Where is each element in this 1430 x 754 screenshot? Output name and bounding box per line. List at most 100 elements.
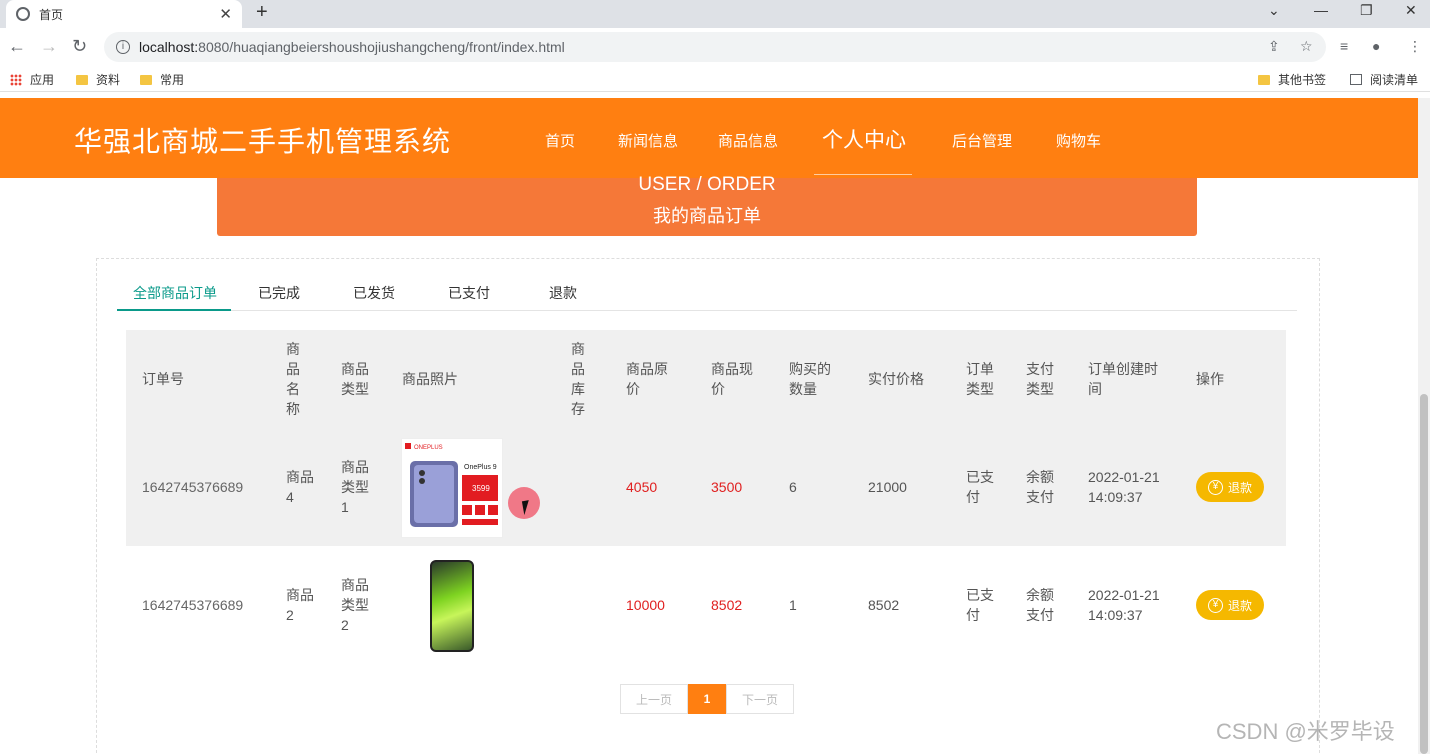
page-scrollbar[interactable] [1418, 98, 1430, 754]
page-banner: USER / ORDER 我的商品订单 [217, 174, 1197, 236]
yen-icon: ¥ [1207, 479, 1223, 495]
folder-icon [140, 74, 152, 85]
browser-tab[interactable]: 首页 ✕ [6, 0, 242, 28]
cell-paid: 21000 [868, 479, 907, 495]
cell-cur-price: 8502 [711, 597, 743, 613]
cell-orig-price: 4050 [626, 479, 658, 495]
close-tab-icon[interactable]: ✕ [219, 5, 232, 23]
tab-search-icon[interactable]: ⌄ [1268, 2, 1280, 19]
new-tab-icon[interactable]: + [256, 1, 268, 24]
restore-icon[interactable]: ❐ [1360, 2, 1373, 19]
banner-title-cn: 我的商品订单 [653, 206, 761, 226]
reload-icon[interactable]: ↻ [72, 36, 87, 57]
forward-icon[interactable]: → [40, 36, 58, 57]
page-1-button[interactable]: 1 [688, 684, 726, 714]
minimize-icon[interactable]: — [1314, 2, 1328, 18]
mouse-cursor-icon [521, 498, 539, 516]
bookmark-folder-2[interactable]: 常用 [140, 71, 184, 88]
menu-icon[interactable]: ⋮ [1408, 38, 1422, 55]
bookmark-folder-1[interactable]: 资料 [76, 71, 120, 88]
nav-news[interactable]: 新闻信息 [618, 130, 678, 151]
tab-paid[interactable]: 已支付 [448, 283, 490, 303]
site-title: 华强北商城二手手机管理系统 [74, 126, 452, 157]
cell-orig-price: 10000 [626, 597, 665, 613]
refund-button-label: 退款 [1227, 480, 1252, 495]
cell-name: 商品2 [286, 587, 314, 623]
url-host: localhost: [139, 39, 199, 55]
cell-qty: 6 [789, 479, 797, 495]
th-orig-price: 商品原价 [626, 361, 668, 397]
refund-button[interactable]: ¥ 退款 [1196, 472, 1264, 502]
cell-qty: 1 [789, 597, 797, 613]
cell-created-date: 2022-01-21 [1088, 587, 1160, 603]
cell-order-no: 1642745376689 [142, 597, 244, 613]
site-header: 华强北商城二手手机管理系统 首页 新闻信息 商品信息 个人中心 后台管理 购物车 [0, 98, 1418, 178]
th-order-no: 订单号 [142, 371, 184, 387]
cell-order-no: 1642745376689 [142, 479, 244, 495]
yen-icon: ¥ [1207, 597, 1223, 613]
product-photo [430, 560, 474, 652]
active-tab-indicator [117, 309, 231, 311]
cell-created-time: 14:09:37 [1088, 489, 1143, 505]
svg-text:OnePlus 9: OnePlus 9 [464, 464, 497, 471]
globe-icon [16, 7, 30, 21]
cell-type: 商品类型2 [341, 577, 369, 633]
info-icon[interactable]: i [116, 40, 130, 54]
star-icon[interactable]: ☆ [1300, 38, 1313, 55]
share-icon[interactable]: ⇪ [1268, 38, 1280, 55]
folder-icon [1258, 74, 1270, 85]
reading-list-icon[interactable]: ≡ [1340, 38, 1348, 54]
close-window-icon[interactable]: ✕ [1405, 2, 1417, 19]
nav-active-underline [814, 174, 912, 175]
apps-icon [10, 73, 22, 86]
nav-personal-center[interactable]: 个人中心 [822, 124, 906, 154]
th-qty: 购买的数量 [789, 361, 831, 397]
folder-icon [76, 74, 88, 85]
profile-icon[interactable]: ● [1372, 38, 1380, 54]
bookmarks-bar: 应用 资料 常用 其他书签 阅读清单 [0, 66, 1430, 92]
address-bar[interactable]: i localhost: 8080/huaqiangbeiershoushojiu… [104, 32, 1326, 62]
tab-completed[interactable]: 已完成 [258, 283, 300, 303]
th-cur-price: 商品现价 [711, 361, 753, 397]
cell-type: 商品类型1 [341, 459, 369, 515]
next-page-button[interactable]: 下一页 [726, 684, 794, 714]
nav-admin[interactable]: 后台管理 [952, 130, 1012, 151]
bookmark-apps[interactable]: 应用 [10, 71, 54, 88]
th-paid: 实付价格 [868, 371, 924, 387]
tab-shipped[interactable]: 已发货 [353, 283, 395, 303]
svg-text:3599: 3599 [472, 484, 490, 493]
watermark: CSDN @米罗毕设 [1216, 719, 1395, 744]
cell-created-time: 14:09:37 [1088, 607, 1143, 623]
table-header: 订单号 商品名称 商品类型 商品照片 商品库存 商品原价 商品现价 购买的数量 … [126, 330, 1286, 428]
tab-refund[interactable]: 退款 [549, 283, 577, 303]
cell-pay-type: 余额支付 [1026, 587, 1054, 623]
th-type: 商品类型 [341, 361, 369, 397]
cell-order-type: 已支付 [966, 469, 994, 505]
nav-cart[interactable]: 购物车 [1056, 130, 1101, 151]
th-photo: 商品照片 [402, 371, 458, 387]
bookmark-reading-list[interactable]: 阅读清单 [1350, 71, 1418, 88]
banner-title-en: USER / ORDER [638, 174, 776, 195]
cell-paid: 8502 [868, 597, 900, 613]
th-stock: 商品库存 [571, 341, 585, 417]
cell-name: 商品4 [286, 469, 314, 505]
th-created: 订单创建时间 [1088, 361, 1158, 397]
browser-tabstrip: 首页 ✕ + ⌄ — ❐ ✕ [0, 0, 1430, 28]
refund-button[interactable]: ¥ 退款 [1196, 590, 1264, 620]
product-photo: ONEPLUS OnePlus 9 3599 [401, 438, 503, 538]
table-row: 1642745376689 商品2 商品类型2 10000 8502 1 850… [126, 546, 1286, 664]
back-icon[interactable]: ← [8, 36, 26, 57]
th-action: 操作 [1196, 371, 1224, 387]
bookmark-other[interactable]: 其他书签 [1258, 71, 1326, 88]
reading-list-icon [1350, 74, 1362, 85]
th-pay-type: 支付类型 [1026, 361, 1054, 397]
url-path: 8080/huaqiangbeiershoushojiushangcheng/f… [198, 39, 565, 55]
table-row: 1642745376689 商品4 商品类型1 ONEPLUS OnePlus … [126, 428, 1286, 546]
nav-home[interactable]: 首页 [545, 130, 575, 151]
oneplus-product-image: ONEPLUS OnePlus 9 3599 [405, 443, 498, 527]
tab-all-orders[interactable]: 全部商品订单 [133, 283, 217, 303]
nav-products[interactable]: 商品信息 [718, 130, 778, 151]
prev-page-button[interactable]: 上一页 [620, 684, 688, 714]
scrollbar-thumb[interactable] [1420, 394, 1428, 754]
cell-pay-type: 余额支付 [1026, 469, 1054, 505]
